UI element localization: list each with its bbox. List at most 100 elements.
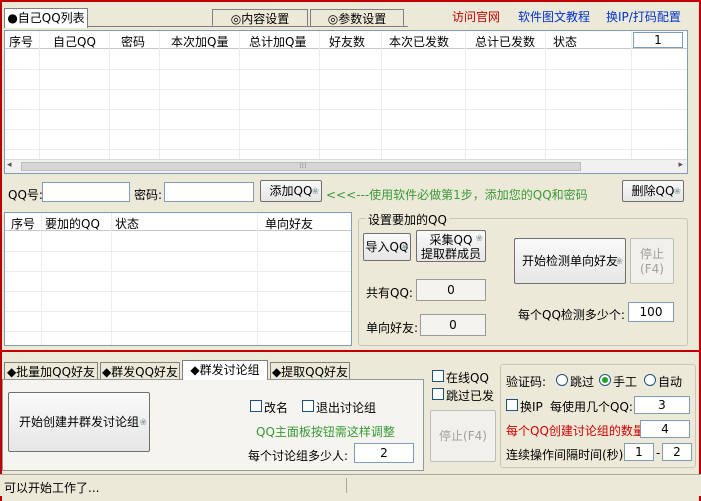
tab-param-settings[interactable]: ◎参数设置	[310, 9, 404, 27]
target-col-oneway: 单向好友	[265, 217, 314, 231]
exit-discuss-checkbox[interactable]	[302, 400, 314, 412]
add-qq-button-label: 添加QQ	[269, 184, 313, 198]
link-tutorial[interactable]: 软件图文教程	[518, 8, 590, 25]
scroll-left-icon[interactable]: ◂	[7, 160, 12, 170]
qq-col-own-qq: 自己QQ	[53, 35, 96, 49]
qq-grid-line	[239, 31, 240, 173]
swirl-icon: ❀	[475, 234, 483, 244]
total-qq-value: 0	[416, 279, 486, 301]
password-input[interactable]	[164, 182, 254, 202]
tab-qq-list[interactable]: ●自己QQ列表	[4, 8, 88, 28]
status-message: 可以开始工作了...	[4, 481, 100, 495]
interval-from-input[interactable]: 1	[624, 443, 654, 461]
status-bar: 可以开始工作了...	[0, 474, 701, 496]
start-check-button-label: 开始检测单向好友	[521, 254, 618, 268]
qq-number-label: QQ号:	[8, 188, 43, 202]
tab-batch-add[interactable]: ◆批量加QQ好友	[4, 362, 98, 380]
captcha-label: 验证码:	[506, 375, 547, 389]
captcha-manual-label: 手工	[613, 375, 638, 389]
target-row-line	[5, 331, 351, 332]
qq-grid-line	[465, 31, 466, 173]
captcha-auto-radio[interactable]	[644, 374, 656, 386]
qq-col-friends: 好友数	[329, 35, 366, 49]
start-check-button[interactable]: 开始检测单向好友 ❀	[514, 238, 626, 284]
target-table-header: 序号 要加的QQ 状态 单向好友	[5, 213, 351, 231]
qq-grid-line	[319, 31, 320, 173]
skip-sent-checkbox[interactable]	[432, 388, 444, 400]
per-group-input[interactable]: 2	[354, 443, 414, 463]
target-grid-line	[41, 213, 42, 345]
link-ip-config[interactable]: 换IP/打码配置	[606, 8, 681, 25]
captcha-skip-label: 跳过	[570, 375, 595, 389]
add-qq-button[interactable]: 添加QQ ❀	[260, 180, 322, 202]
per-qq-check-label: 每个QQ检测多少个:	[518, 308, 625, 322]
target-row-line	[5, 271, 351, 272]
import-qq-button[interactable]: 导入QQ ❀	[363, 233, 411, 261]
qq-count-label: 每使用几个QQ:	[550, 400, 633, 414]
target-grid-line	[257, 213, 258, 345]
qq-table-hscrollbar[interactable]: ◂ ⁞⁞⁞ ▸	[5, 159, 687, 173]
qq-grid-line	[39, 31, 40, 173]
stop-send-button[interactable]: 停止(F4)	[430, 410, 496, 462]
captcha-manual-radio[interactable]	[599, 374, 611, 386]
oneway-friends-value: 0	[420, 314, 486, 336]
delete-qq-button-label: 删除QQ	[631, 184, 675, 198]
swirl-icon: ❀	[673, 187, 681, 197]
create-count-input[interactable]: 4	[640, 420, 690, 438]
qq-grid-line	[545, 31, 546, 173]
target-row-line	[5, 251, 351, 252]
online-qq-label: 在线QQ	[446, 371, 489, 385]
captcha-auto-label: 自动	[658, 375, 683, 389]
qq-table[interactable]: 序号 自己QQ 密码 本次加Q量 总计加Q量 好友数 本次已发数 总计已发数 状…	[4, 30, 688, 174]
exit-discuss-label: 退出讨论组	[316, 401, 377, 415]
stop-check-button[interactable]: 停止 (F4)	[630, 238, 674, 284]
captcha-skip-radio[interactable]	[556, 374, 568, 386]
collect-members-button[interactable]: 采集QQ 提取群成员 ❀	[416, 230, 486, 262]
swirl-icon: ❀	[615, 257, 623, 267]
page-number-field[interactable]: 1	[633, 32, 683, 48]
oneway-friends-label: 单向好友:	[366, 321, 419, 335]
qq-col-add-total: 总计加Q量	[249, 35, 307, 49]
qq-number-input[interactable]	[42, 182, 130, 202]
interval-label: 连续操作间隔时间(秒)	[506, 448, 624, 462]
total-qq-label: 共有QQ:	[366, 286, 413, 300]
delete-qq-button[interactable]: 删除QQ ❀	[622, 180, 684, 202]
qq-row-line	[5, 69, 687, 70]
qq-table-header: 序号 自己QQ 密码 本次加Q量 总计加Q量 好友数 本次已发数 总计已发数 状…	[5, 31, 687, 49]
per-qq-check-input[interactable]: 100	[628, 302, 674, 322]
target-col-index: 序号	[11, 217, 36, 231]
start-create-discuss-button[interactable]: 开始创建并群发讨论组 ❀	[8, 392, 150, 452]
start-create-discuss-label: 开始创建并群发讨论组	[18, 415, 139, 429]
qq-row-line	[5, 109, 687, 110]
rename-label: 改名	[264, 401, 289, 415]
scroll-grip-icon: ⁞⁞⁞	[299, 161, 307, 170]
qq-row-line	[5, 89, 687, 90]
online-qq-checkbox[interactable]	[432, 370, 444, 382]
target-settings-title: 设置要加的QQ	[366, 211, 449, 228]
link-official-site[interactable]: 访问官网	[452, 8, 500, 25]
qq-count-input[interactable]: 3	[634, 396, 690, 414]
qq-grid-line	[631, 31, 632, 173]
qq-col-password: 密码	[121, 35, 146, 49]
panel-adjust-hint: QQ主面板按钮需这样调整	[256, 425, 395, 439]
section-divider	[0, 350, 701, 352]
scroll-right-icon[interactable]: ▸	[678, 160, 683, 170]
qq-grid-line	[109, 31, 110, 173]
target-qq-table[interactable]: 序号 要加的QQ 状态 单向好友	[4, 212, 352, 346]
tab-group-discuss[interactable]: ◆群发讨论组	[182, 360, 268, 380]
tab-extract[interactable]: ◆提取QQ好友	[270, 362, 350, 380]
swirl-icon: ❀	[139, 418, 147, 428]
interval-to-input[interactable]: 2	[662, 443, 692, 461]
tab-content-settings[interactable]: ◎内容设置	[212, 9, 308, 27]
swirl-icon: ❀	[311, 187, 319, 197]
password-label: 密码:	[134, 188, 163, 202]
create-count-label: 每个QQ创建讨论组的数量:	[506, 424, 649, 438]
qq-row-line	[5, 129, 687, 130]
tab-group-send[interactable]: ◆群发QQ好友	[100, 362, 180, 380]
change-ip-checkbox[interactable]	[506, 399, 518, 411]
target-grid-line	[111, 213, 112, 345]
interval-separator: -	[656, 446, 661, 460]
rename-checkbox[interactable]	[250, 400, 262, 412]
target-row-line	[5, 291, 351, 292]
target-row-line	[5, 311, 351, 312]
